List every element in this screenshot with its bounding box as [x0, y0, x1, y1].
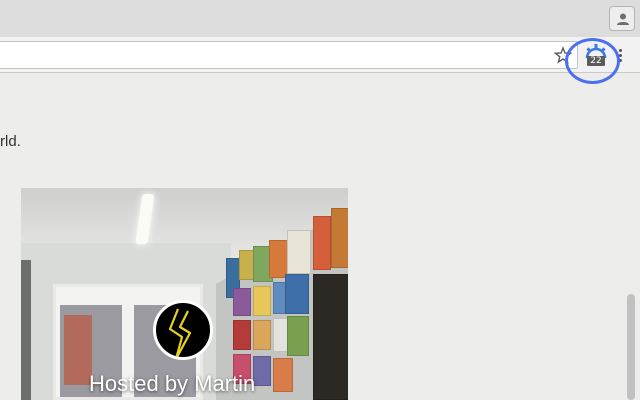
artwork: [233, 288, 251, 316]
extension-badge: 22: [587, 56, 605, 66]
browser-toolbar: 22: [0, 37, 640, 73]
host-avatar[interactable]: [153, 300, 213, 360]
page-scrollbar[interactable]: [627, 294, 635, 400]
window-brick: [64, 315, 92, 385]
bookmark-star-icon[interactable]: [554, 46, 572, 64]
artwork: [269, 240, 289, 278]
artwork: [233, 320, 251, 350]
artwork: [313, 274, 348, 400]
artwork: [273, 358, 293, 392]
chrome-menu-icon[interactable]: [619, 49, 623, 63]
host-photo-card[interactable]: Hosted by Martin: [21, 188, 348, 400]
page-text-fragment: rld.: [0, 133, 21, 150]
artwork: [253, 286, 271, 316]
extension-button[interactable]: 22: [583, 42, 609, 68]
address-bar[interactable]: [0, 41, 578, 69]
artwork: [331, 208, 348, 268]
window-title-bar: [0, 0, 640, 37]
profile-button[interactable]: [609, 6, 635, 31]
artwork: [285, 274, 309, 314]
artwork: [313, 216, 331, 270]
photo-left-edge: [21, 260, 31, 400]
host-label: Hosted by Martin: [89, 371, 256, 396]
profile-icon: [617, 13, 629, 25]
artwork: [287, 316, 309, 356]
artwork: [287, 230, 311, 274]
artwork: [253, 356, 271, 386]
artwork: [253, 320, 271, 350]
